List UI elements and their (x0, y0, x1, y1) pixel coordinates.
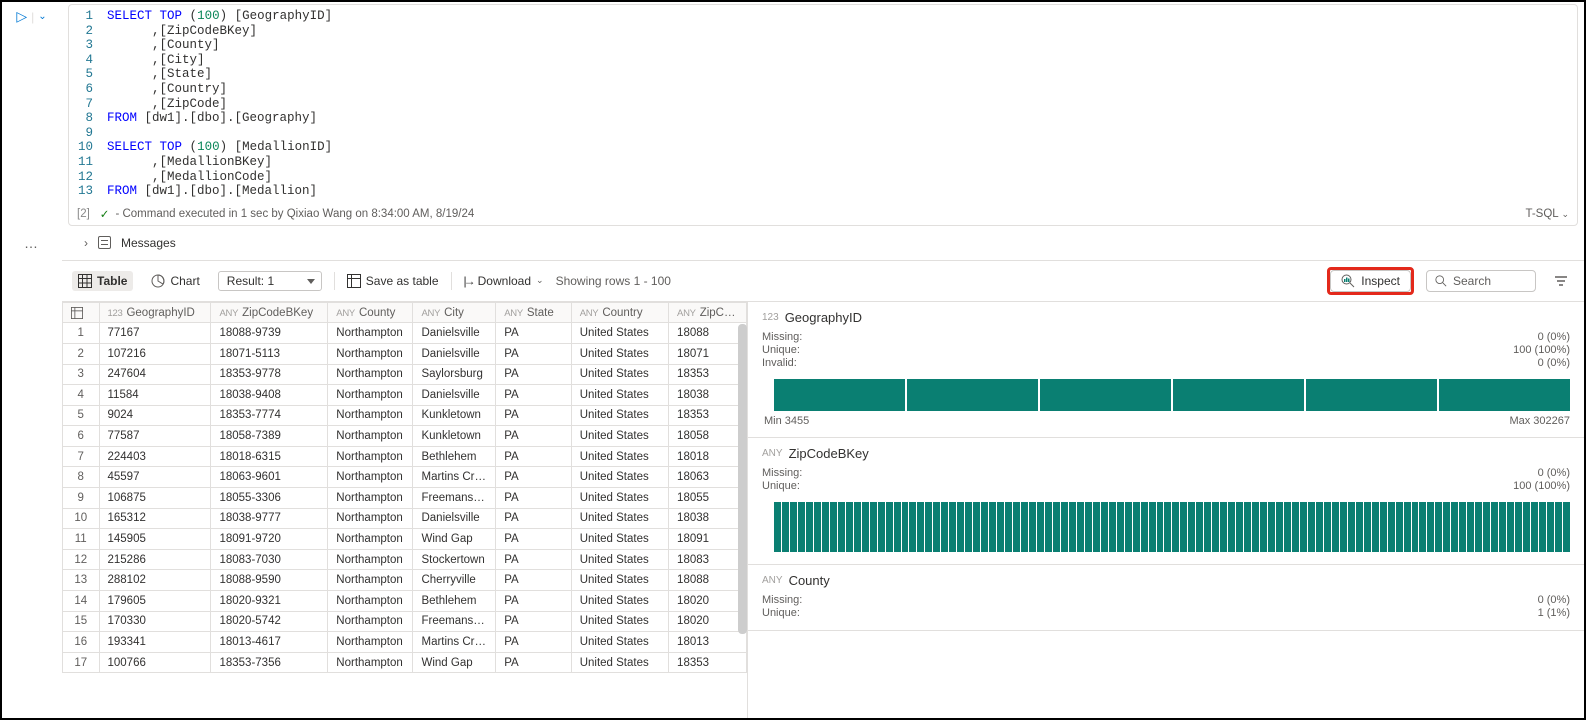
left-gutter: ▷ | ⌄ … (2, 2, 62, 718)
histogram-zipcodebkey (774, 502, 1570, 552)
table-row[interactable]: 1417960518020-9321NorthamptonBethlehemPA… (63, 591, 747, 612)
tab-chart-label: Chart (170, 274, 199, 288)
save-label: Save as table (366, 274, 439, 288)
column-type: ANY (762, 575, 783, 586)
stat-label: Invalid: (762, 357, 797, 369)
check-icon: ✓ (100, 207, 110, 221)
scrollbar[interactable] (738, 324, 747, 634)
stat-value: 100 (100%) (1513, 344, 1570, 356)
table-row[interactable]: 1619334118013-4617NorthamptonMartins Cr…… (63, 632, 747, 653)
stat-value: 0 (0%) (1538, 594, 1570, 606)
table-row[interactable]: 5902418353-7774NorthamptonKunkletownPAUn… (63, 405, 747, 426)
search-input[interactable]: Search (1426, 270, 1536, 292)
table-row[interactable]: 1221528618083-7030NorthamptonStockertown… (63, 549, 747, 570)
chevron-right-icon[interactable]: › (84, 236, 88, 250)
table-row[interactable]: 1328810218088-9590NorthamptonCherryville… (63, 570, 747, 591)
inspect-county: ANY County Missing: 0 (0%) Unique: 1 (1%) (748, 565, 1584, 631)
status-bar: [2] ✓ - Command executed in 1 sec by Qix… (69, 203, 1577, 221)
stat-label: Missing: (762, 331, 802, 343)
column-header[interactable]: ANYCity (413, 302, 496, 323)
filter-icon[interactable] (1548, 275, 1574, 287)
inspect-icon (1341, 274, 1355, 288)
inspect-label: Inspect (1361, 274, 1400, 288)
results-table-wrap: 123GeographyIDANYZipCodeBKeyANYCountyANY… (62, 302, 748, 718)
stat-label: Unique: (762, 480, 800, 492)
run-chevron-icon[interactable]: ⌄ (38, 11, 46, 22)
chart-icon (151, 274, 165, 288)
column-header[interactable]: ANYZipCodeBKey (211, 302, 328, 323)
inspect-geographyid: 123 GeographyID Missing: 0 (0%) Unique: 10… (748, 302, 1584, 438)
table-row[interactable]: 1016531218038-9777NorthamptonDanielsvill… (63, 508, 747, 529)
table-row[interactable]: 210721618071-5113NorthamptonDanielsville… (63, 343, 747, 364)
cell-index: [2] (77, 208, 90, 220)
editor-panel: 1SELECT TOP (100) [GeographyID]2 ,[ZipCo… (68, 4, 1578, 226)
inspect-button[interactable]: Inspect (1330, 270, 1411, 292)
histogram-geographyid (774, 379, 1570, 411)
run-cell-icon[interactable]: ▷ (16, 8, 27, 25)
table-row[interactable]: 84559718063-9601NorthamptonMartins Cr…PA… (63, 467, 747, 488)
search-placeholder: Search (1453, 274, 1491, 288)
inspect-highlight: Inspect (1327, 267, 1414, 295)
messages-bar: › Messages (62, 226, 1584, 260)
column-name: ZipCodeBKey (789, 446, 869, 461)
results-table[interactable]: 123GeographyIDANYZipCodeBKeyANYCountyANY… (62, 302, 747, 674)
table-icon (78, 274, 92, 288)
stat-value: 100 (100%) (1513, 480, 1570, 492)
sql-editor[interactable]: 1SELECT TOP (100) [GeographyID]2 ,[ZipCo… (69, 5, 1577, 203)
table-row[interactable]: 910687518055-3306NorthamptonFreemansb…PA… (63, 488, 747, 509)
column-header[interactable]: ANYZipCode (669, 302, 747, 323)
status-text: - Command executed in 1 sec by Qixiao Wa… (115, 208, 474, 220)
column-name: County (789, 573, 830, 588)
table-row[interactable]: 17716718088-9739NorthamptonDanielsvilleP… (63, 323, 747, 344)
stat-value: 0 (0%) (1538, 467, 1570, 479)
result-select[interactable]: Result: 1 (218, 271, 322, 291)
column-header[interactable]: ANYCountry (571, 302, 668, 323)
column-header[interactable]: 123GeographyID (99, 302, 211, 323)
table-row[interactable]: 1710076618353-7356NorthamptonWind GapPAU… (63, 652, 747, 673)
tab-table[interactable]: Table (72, 271, 133, 291)
stat-value: 1 (1%) (1538, 607, 1570, 619)
stat-label: Missing: (762, 467, 802, 479)
table-row[interactable]: 41158418038-9408NorthamptonDanielsvilleP… (63, 385, 747, 406)
column-name: GeographyID (785, 310, 862, 325)
rows-count-text: Showing rows 1 - 100 (556, 274, 671, 288)
stat-value: 0 (0%) (1538, 357, 1570, 369)
stat-value: 0 (0%) (1538, 331, 1570, 343)
download-button[interactable]: |→ Download ⌄ (464, 274, 544, 288)
more-icon[interactable]: … (24, 235, 39, 251)
stat-label: Missing: (762, 594, 802, 606)
max-label: Max 302267 (1509, 415, 1570, 427)
column-header[interactable]: ANYState (496, 302, 571, 323)
table-row[interactable]: 722440318018-6315NorthamptonBethlehemPAU… (63, 446, 747, 467)
inspect-panel: 123 GeographyID Missing: 0 (0%) Unique: 10… (748, 302, 1584, 718)
column-type: 123 (762, 312, 779, 323)
language-label[interactable]: T-SQL ⌄ (1525, 208, 1569, 220)
tab-table-label: Table (97, 274, 127, 288)
messages-label[interactable]: Messages (121, 236, 176, 250)
messages-icon (98, 236, 111, 249)
download-label: Download (478, 274, 531, 288)
table-row[interactable]: 324760418353-9778NorthamptonSaylorsburgP… (63, 364, 747, 385)
tab-chart[interactable]: Chart (145, 271, 205, 291)
column-type: ANY (762, 448, 783, 459)
column-header[interactable]: ANYCounty (328, 302, 413, 323)
table-row[interactable]: 1114590518091-9720NorthamptonWind GapPAU… (63, 529, 747, 550)
save-as-table-button[interactable]: Save as table (347, 274, 439, 288)
table-row[interactable]: 67758718058-7389NorthamptonKunkletownPAU… (63, 426, 747, 447)
search-icon (1435, 275, 1447, 287)
inspect-zipcodebkey: ANY ZipCodeBKey Missing: 0 (0%) Unique: 10… (748, 438, 1584, 565)
table-save-icon (347, 274, 361, 288)
table-row[interactable]: 1517033018020-5742NorthamptonFreemansb…P… (63, 611, 747, 632)
stat-label: Unique: (762, 607, 800, 619)
results-toolbar: Table Chart Result: 1 Save as table |→ D… (62, 261, 1584, 302)
min-label: Min 3455 (764, 415, 809, 427)
stat-label: Unique: (762, 344, 800, 356)
